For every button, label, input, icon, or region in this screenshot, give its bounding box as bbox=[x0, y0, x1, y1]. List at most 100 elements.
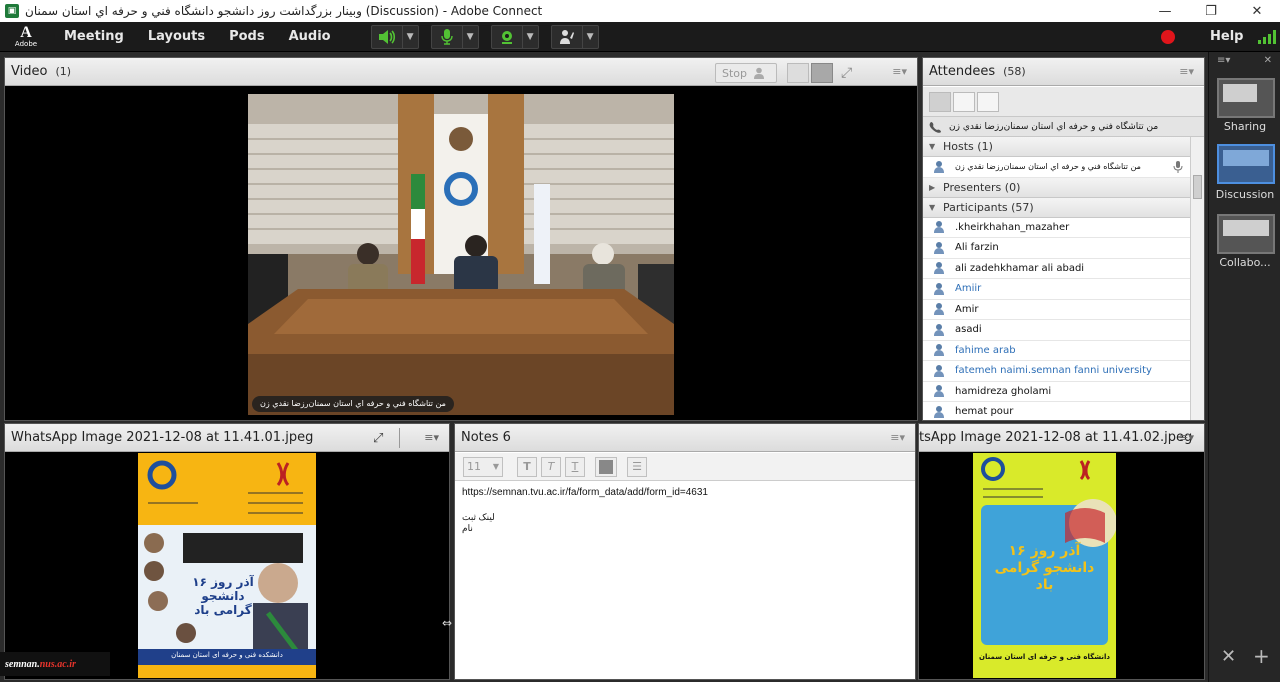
layouts-bar-menu-icon[interactable]: ≡▾ bbox=[1217, 55, 1230, 66]
layout-sharing-thumbnail[interactable] bbox=[1217, 78, 1275, 118]
italic-icon[interactable]: T bbox=[541, 456, 561, 477]
participant-row[interactable]: Ali farzin bbox=[923, 238, 1190, 259]
maximize-icon[interactable]: ❐ bbox=[1188, 0, 1234, 22]
status-control[interactable]: ▼ bbox=[550, 24, 599, 49]
window-titlebar: ▣ وبينار بزرگداشت روز دانشجو دانشگاه فني… bbox=[0, 0, 1280, 22]
window-title: وبينار بزرگداشت روز دانشجو دانشگاه فني و… bbox=[25, 4, 543, 18]
video-pod-body: من تتاشگاه فني و حرفه اي استان سمنان‌رزض… bbox=[5, 87, 917, 420]
layout-discussion-label[interactable]: Discussion bbox=[1209, 188, 1280, 201]
video-pod-title: Video bbox=[11, 64, 48, 79]
breakout-view-icon[interactable] bbox=[953, 91, 975, 112]
participant-name: Ali farzin bbox=[955, 242, 999, 254]
status-dropdown-icon[interactable]: ▼ bbox=[581, 25, 598, 48]
layout-discussion-thumbnail[interactable] bbox=[1217, 144, 1275, 184]
underline-icon[interactable]: T bbox=[565, 456, 585, 477]
close-icon[interactable]: ✕ bbox=[1234, 0, 1280, 22]
expand-icon[interactable]: ▶ bbox=[929, 183, 943, 192]
layout-sharing-label[interactable]: Sharing bbox=[1209, 120, 1280, 133]
speaker-control[interactable]: ▼ bbox=[370, 24, 419, 49]
hosts-group-label: Hosts (1) bbox=[943, 140, 993, 153]
participant-icon bbox=[933, 364, 945, 377]
participant-row[interactable]: fahime arab bbox=[923, 341, 1190, 361]
help-menu[interactable]: Help bbox=[1210, 29, 1243, 44]
minimize-icon[interactable]: — bbox=[1142, 0, 1188, 22]
poster-right-footer: دانشگاه فنی و حرفه ای استان سمنان bbox=[979, 653, 1110, 661]
menu-layouts[interactable]: Layouts bbox=[136, 29, 217, 44]
host-row[interactable]: من تتاشگاه فني و حرفه اي استان سمنان‌رزض… bbox=[923, 157, 1190, 178]
layouts-bar-close-icon[interactable]: ✕ bbox=[1264, 55, 1272, 66]
add-layout-icon[interactable]: + bbox=[1253, 644, 1270, 668]
participant-row[interactable]: hamidreza gholami bbox=[923, 382, 1190, 402]
presenters-group-label: Presenters (0) bbox=[943, 180, 1021, 194]
participant-row[interactable]: hemat pour bbox=[923, 402, 1190, 420]
speaker-icon[interactable] bbox=[372, 26, 402, 48]
pod-menu-icon[interactable]: ≡▾ bbox=[1179, 431, 1194, 444]
presenters-group[interactable]: ▶ Presenters (0) bbox=[923, 177, 1190, 198]
notes-editor[interactable]: https://semnan.tvu.ac.ir/fa/form_data/ad… bbox=[455, 481, 915, 679]
resize-cursor-icon[interactable]: ⇔ bbox=[442, 616, 452, 630]
list-view-icon[interactable] bbox=[929, 91, 951, 112]
participant-row[interactable]: asadi bbox=[923, 320, 1190, 341]
attendees-pod-count: (58) bbox=[1003, 65, 1026, 78]
video-pod-count: (1) bbox=[55, 65, 72, 78]
fullscreen-icon[interactable]: ⤢ bbox=[373, 431, 383, 446]
participant-row[interactable]: fatemeh naimi.semnan fanni university bbox=[923, 361, 1190, 382]
watermark-domain: nus.ac.ir bbox=[39, 658, 76, 670]
microphone-icon[interactable] bbox=[432, 26, 462, 48]
scrollbar-thumb[interactable] bbox=[1193, 175, 1202, 199]
pod-menu-icon[interactable]: ≡▾ bbox=[1179, 65, 1194, 78]
webcam-dropdown-icon[interactable]: ▼ bbox=[521, 25, 538, 48]
pod-menu-icon[interactable]: ≡▾ bbox=[890, 431, 905, 444]
single-view-icon[interactable] bbox=[811, 63, 833, 83]
menu-audio[interactable]: Audio bbox=[277, 29, 343, 44]
participant-row[interactable]: ali zadehkhamar ali abadi bbox=[923, 259, 1190, 279]
bold-icon[interactable]: T bbox=[517, 456, 537, 477]
participant-name: hemat pour bbox=[955, 406, 1014, 418]
webcam-icon[interactable] bbox=[492, 26, 522, 48]
layout-tools-icon[interactable]: ✕ bbox=[1221, 646, 1236, 667]
notes-pod-body: 11 ▼ T T T ☰ https://semnan.tvu.ac.ir/fa/… bbox=[455, 453, 915, 679]
notes-line-registration: لینک ثبت نام bbox=[462, 512, 495, 533]
video-pod-header: Video (1) bbox=[5, 58, 917, 86]
font-size-select[interactable]: 11 ▼ bbox=[463, 456, 503, 477]
grid-view-icon[interactable] bbox=[787, 63, 809, 83]
stop-video-button[interactable]: Stop bbox=[715, 63, 777, 83]
raise-hand-icon[interactable] bbox=[552, 26, 582, 48]
participant-row[interactable]: Amir bbox=[923, 300, 1190, 320]
poster-left-footer: دانشکده فنی و حرفه ای استان سمنان bbox=[171, 651, 283, 659]
poster-image-right: ۱۶ آذر روز دانشجو گرامی باد دانشگاه فنی … bbox=[973, 453, 1116, 678]
bullet-list-icon[interactable]: ☰ bbox=[627, 456, 647, 477]
recording-indicator-icon[interactable] bbox=[1161, 30, 1175, 44]
menu-meeting[interactable]: Meeting bbox=[52, 29, 136, 44]
speaker-dropdown-icon[interactable]: ▼ bbox=[401, 25, 418, 48]
webcam-control[interactable]: ▼ bbox=[490, 24, 539, 49]
status-view-icon[interactable] bbox=[977, 91, 999, 112]
chevron-down-icon: ▼ bbox=[492, 462, 499, 471]
menu-pods[interactable]: Pods bbox=[217, 29, 277, 44]
attendee-list-scrollbar[interactable] bbox=[1190, 137, 1204, 420]
microphone-dropdown-icon[interactable]: ▼ bbox=[461, 25, 478, 48]
my-status-row[interactable]: من تتاشگاه فني و حرفه اي استان سمنان‌رزض… bbox=[923, 117, 1204, 137]
participant-icon bbox=[933, 262, 945, 275]
poster-left-headline: ۱۶ آذر روز دانشجو گرامی باد bbox=[192, 575, 254, 617]
participant-icon bbox=[933, 405, 945, 418]
text-color-icon[interactable] bbox=[595, 456, 617, 477]
pod-menu-icon[interactable]: ≡▾ bbox=[892, 65, 907, 78]
layout-collaboration-label[interactable]: Collabo... bbox=[1209, 256, 1280, 269]
collapse-icon[interactable]: ▼ bbox=[929, 203, 943, 212]
layout-collaboration-thumbnail[interactable] bbox=[1217, 214, 1275, 254]
participant-icon bbox=[933, 241, 945, 254]
fullscreen-icon[interactable]: ⤢ bbox=[841, 65, 857, 81]
collapse-icon[interactable]: ▼ bbox=[929, 142, 943, 151]
participant-row[interactable]: Amiir bbox=[923, 279, 1190, 300]
attendee-list: ▼ Hosts (1) من تتاشگاه فني و حرفه اي استا… bbox=[923, 137, 1190, 420]
hosts-group[interactable]: ▼ Hosts (1) bbox=[923, 137, 1190, 157]
font-size-value: 11 bbox=[467, 460, 481, 473]
image-pod-left: WhatsApp Image 2021-12-08 at 11.41.01.jp… bbox=[4, 423, 450, 680]
layouts-bar-header: ≡▾ ✕ bbox=[1209, 52, 1280, 68]
participants-group[interactable]: ▼ Participants (57) bbox=[923, 197, 1190, 218]
notes-pod-title: Notes 6 bbox=[461, 430, 511, 445]
pod-menu-icon[interactable]: ≡▾ bbox=[424, 431, 439, 444]
participant-row[interactable]: .kheirkhahan_mazaher bbox=[923, 218, 1190, 238]
microphone-control[interactable]: ▼ bbox=[430, 24, 479, 49]
